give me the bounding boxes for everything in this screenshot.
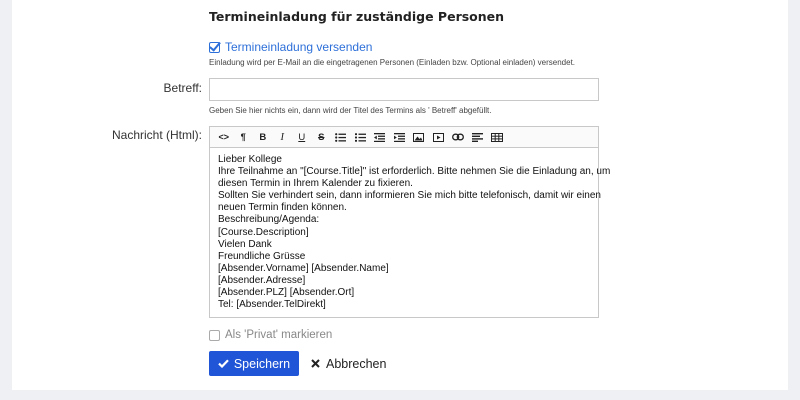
send-invite-hint: Einladung wird per E-Mail an die eingetr… — [209, 58, 576, 67]
save-button[interactable]: Speichern — [209, 351, 299, 376]
bullet-list-button[interactable] — [331, 128, 351, 146]
numbered-list-button[interactable] — [351, 128, 371, 146]
link-icon — [451, 133, 464, 141]
message-editor[interactable]: <> ¶ B I U S Lieber Kollege Ihre Teilnah… — [209, 126, 611, 318]
outdent-icon — [374, 132, 386, 142]
message-line: Sollten Sie verhindert sein, dann inform… — [218, 190, 601, 202]
message-line: Beschreibung/Agenda: — [218, 214, 320, 226]
strikethrough-button[interactable]: S — [312, 128, 332, 146]
cancel-button[interactable]: Abbrechen — [311, 351, 386, 376]
message-label: Nachricht (Html): — [111, 128, 202, 142]
insert-table-button[interactable] — [487, 128, 507, 146]
code-view-button[interactable]: <> — [214, 128, 234, 146]
subject-hint: Geben Sie hier nichts ein, dann wird der… — [209, 106, 492, 115]
insert-link-button[interactable] — [448, 128, 468, 146]
strikethrough-icon: S — [318, 131, 325, 143]
message-line: Freundliche Grüsse — [218, 250, 306, 262]
message-line: [Course.Description] — [218, 226, 309, 238]
underline-button[interactable]: U — [292, 128, 312, 146]
editor-toolbar: <> ¶ B I U S — [210, 127, 598, 148]
underline-icon: U — [298, 131, 306, 143]
private-checkbox[interactable] — [209, 329, 220, 341]
message-line: [Absender.PLZ] [Absender.Ort] — [218, 287, 355, 299]
message-line: Lieber Kollege — [218, 154, 282, 165]
code-icon: <> — [218, 132, 229, 142]
insert-image-button[interactable] — [409, 128, 429, 146]
message-line: [Absender.Adresse] — [218, 274, 306, 286]
table-icon — [490, 132, 503, 142]
video-icon — [432, 132, 444, 142]
outdent-button[interactable] — [370, 128, 390, 146]
bullet-list-icon — [335, 132, 347, 142]
insert-video-button[interactable] — [429, 128, 449, 146]
send-invite-label[interactable]: Termineinladung versenden — [225, 40, 372, 54]
align-button[interactable] — [468, 128, 488, 146]
close-icon — [311, 359, 320, 368]
checkmark-icon — [218, 359, 229, 368]
editor-content[interactable]: Lieber Kollege Ihre Teilnahme an "[Course… — [210, 148, 611, 317]
section-title: Termineinladung für zuständige Personen — [209, 9, 505, 24]
italic-icon: I — [280, 131, 285, 143]
bold-icon: B — [259, 131, 267, 143]
send-invite-checkbox-row[interactable]: Termineinladung versenden — [209, 40, 372, 54]
message-line: neuen Termin finden können. — [218, 202, 347, 214]
subject-input[interactable] — [209, 78, 599, 101]
message-line: diesen Termin in Ihrem Kalender zu fixie… — [218, 178, 413, 190]
image-icon — [413, 132, 425, 142]
indent-icon — [393, 132, 405, 142]
cancel-label: Abbrechen — [326, 356, 387, 371]
private-label[interactable]: Als 'Privat' markieren — [225, 329, 332, 341]
subject-label: Betreff: — [163, 81, 202, 95]
send-invite-checkbox[interactable] — [209, 41, 220, 53]
italic-button[interactable]: I — [273, 128, 293, 146]
numbered-list-icon — [354, 132, 366, 142]
save-label: Speichern — [233, 356, 291, 371]
bold-button[interactable]: B — [253, 128, 273, 146]
align-left-icon — [471, 132, 483, 142]
indent-button[interactable] — [390, 128, 410, 146]
message-line: Tel: [Absender.TelDirekt] — [218, 299, 326, 311]
paragraph-button[interactable]: ¶ — [234, 128, 254, 146]
message-line: Vielen Dank — [218, 238, 272, 250]
message-line: [Absender.Vorname] [Absender.Name] — [218, 262, 389, 274]
private-checkbox-row[interactable]: Als 'Privat' markieren — [209, 329, 332, 341]
message-line: Ihre Teilnahme an "[Course.Title]" ist e… — [218, 166, 611, 178]
paragraph-icon: ¶ — [240, 131, 246, 143]
